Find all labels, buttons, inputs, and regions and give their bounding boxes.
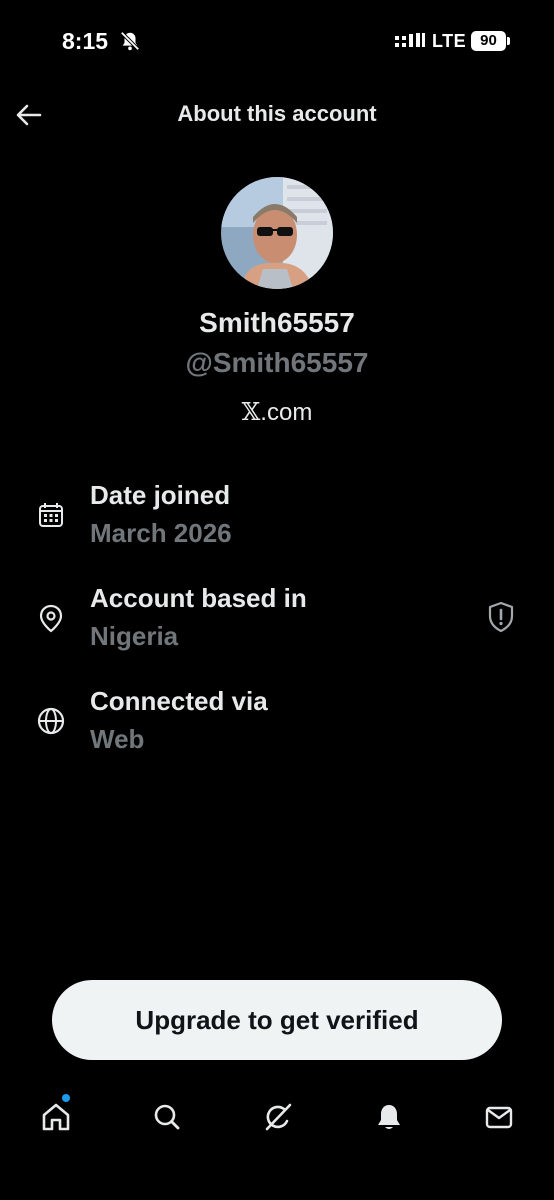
bell-off-icon [120, 31, 140, 51]
nav-notifications[interactable] [361, 1085, 417, 1149]
info-label: Account based in [90, 583, 307, 613]
battery-tip [507, 37, 510, 45]
page-title: About this account [177, 101, 377, 126]
status-bar: 8:15 LTE 90 [0, 0, 554, 84]
home-notification-dot [62, 1094, 70, 1102]
info-value: Web [90, 724, 145, 754]
network-type: LTE [432, 31, 467, 51]
home-icon [42, 1103, 70, 1131]
platform-link: 𝕏.com [0, 398, 554, 427]
info-value: March 2026 [90, 518, 232, 548]
info-row-connected-via: Connected via Web [0, 684, 554, 774]
notifications-icon [378, 1105, 400, 1129]
globe-icon [37, 707, 65, 735]
info-label: Date joined [90, 480, 231, 510]
avatar[interactable] [221, 177, 333, 289]
bottom-nav [0, 1085, 554, 1149]
calendar-icon [39, 503, 63, 527]
search-icon [154, 1104, 180, 1130]
platform-suffix: .com [260, 399, 313, 426]
nav-home[interactable] [28, 1085, 84, 1149]
messages-icon [485, 1106, 513, 1129]
status-time: 8:15 [62, 28, 109, 54]
info-row-account-based-in: Account based in Nigeria [0, 581, 554, 671]
x-logo: 𝕏 [241, 398, 261, 426]
grok-icon [265, 1103, 292, 1131]
signal-icon [395, 33, 425, 47]
handle: @Smith65557 [185, 347, 369, 378]
info-row-date-joined: Date joined March 2026 [0, 478, 554, 568]
battery-icon: 90 [471, 31, 506, 51]
info-label: Connected via [90, 686, 268, 716]
nav-messages[interactable] [471, 1085, 527, 1149]
upgrade-verified-button[interactable]: Upgrade to get verified [52, 980, 502, 1060]
nav-grok[interactable] [250, 1085, 306, 1149]
nav-search[interactable] [139, 1085, 195, 1149]
location-pin-icon [39, 604, 63, 633]
display-name: Smith65557 [199, 307, 355, 338]
info-value: Nigeria [90, 621, 179, 651]
shield-icon[interactable] [486, 601, 516, 633]
